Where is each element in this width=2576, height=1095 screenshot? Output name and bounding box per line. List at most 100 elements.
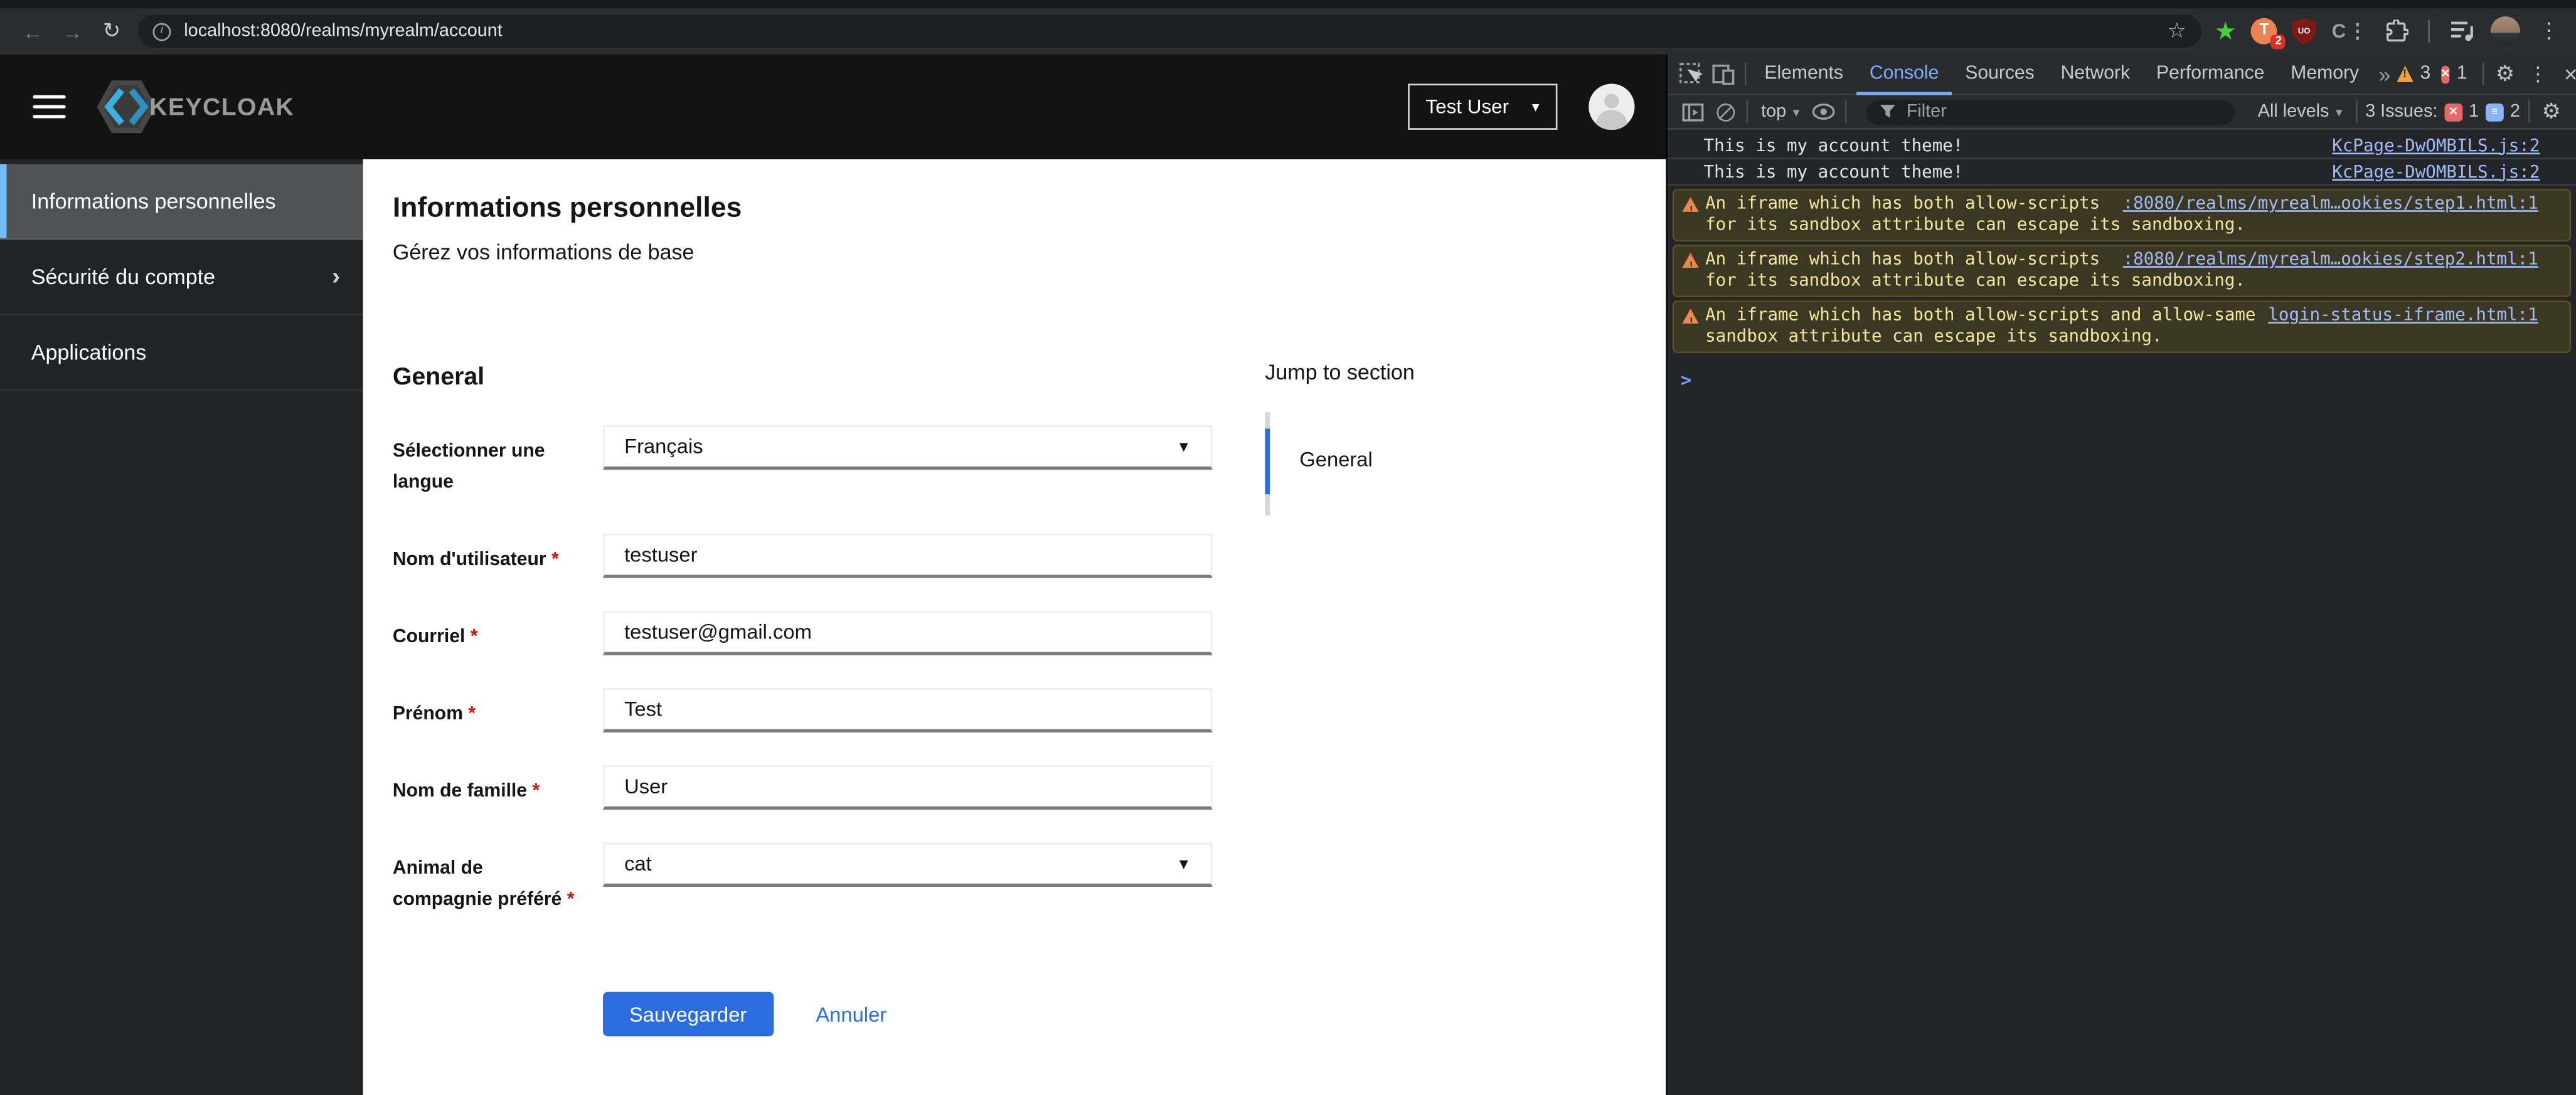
- warning-source-link[interactable]: :8080/realms/myrealm…ookies/step1.html:1: [2123, 194, 2538, 214]
- user-menu-dropdown[interactable]: Test User ▾: [1408, 84, 1558, 130]
- forward-icon[interactable]: →: [53, 19, 92, 43]
- field-label: Sélectionner une langue: [393, 425, 587, 499]
- chevron-down-icon: ▾: [1793, 104, 1800, 119]
- url-text[interactable]: localhost:8080/realms/myrealm/account: [184, 21, 2158, 41]
- console-prompt[interactable]: >: [1668, 356, 2576, 391]
- console-output: This is my account theme! KcPage-DwOMBIL…: [1668, 130, 2576, 1095]
- select-value: Français: [624, 435, 703, 458]
- jump-track-active: [1265, 428, 1270, 494]
- extension-badge: 2: [2271, 34, 2286, 50]
- more-tabs-icon[interactable]: »: [2372, 61, 2397, 86]
- hamburger-menu-icon[interactable]: [33, 95, 65, 119]
- error-count: 1: [2457, 64, 2467, 83]
- green-star-extension-icon[interactable]: ★: [2215, 19, 2237, 43]
- bookmark-star-icon[interactable]: ☆: [2168, 18, 2187, 45]
- reload-icon[interactable]: ↻: [92, 18, 132, 45]
- username-input[interactable]: [624, 544, 1191, 567]
- console-warning-row: ! An iframe which has both allow-scripts…: [1673, 245, 2571, 297]
- console-settings-icon[interactable]: ⚙: [2535, 95, 2568, 128]
- log-levels-dropdown[interactable]: All levels▾: [2250, 102, 2351, 121]
- chevron-down-icon: ▼: [1176, 438, 1191, 455]
- devtools-settings-icon[interactable]: ⚙: [2489, 58, 2521, 90]
- browser-toolbar: ← → ↻ i localhost:8080/realms/myrealm/ac…: [0, 8, 2576, 54]
- issue-info-icon: ≡: [2486, 103, 2504, 121]
- puzzle-extensions-icon[interactable]: [2384, 19, 2408, 43]
- chevron-right-icon: ›: [332, 263, 340, 291]
- email-input[interactable]: [624, 621, 1191, 644]
- tab-network[interactable]: Network: [2048, 53, 2143, 94]
- pet-select[interactable]: cat ▼: [603, 842, 1213, 887]
- site-info-icon[interactable]: i: [153, 22, 171, 40]
- warning-source-link[interactable]: :8080/realms/myrealm…ookies/step2.html:1: [2123, 250, 2538, 270]
- lastname-input[interactable]: [624, 775, 1191, 798]
- t-extension-icon[interactable]: T2: [2251, 18, 2277, 45]
- browser-menu-icon[interactable]: ⋮: [2538, 18, 2560, 45]
- chevron-down-icon: ▾: [2336, 104, 2343, 119]
- divider: [1745, 63, 1747, 86]
- sidebar-item-label: Informations personnelles: [31, 189, 276, 213]
- cancel-link[interactable]: Annuler: [816, 1003, 886, 1026]
- extensions-area: ★ T2 UO C⋮ ⋮: [2215, 16, 2563, 46]
- devtools-close-icon[interactable]: ×: [2554, 58, 2576, 90]
- email-field-wrap: [603, 611, 1213, 655]
- keycloak-logo: KEYCLOAK: [93, 77, 294, 136]
- warning-message: An iframe which has both allow-scripts a…: [1705, 194, 2110, 214]
- live-expression-eye-icon[interactable]: [1807, 95, 1840, 128]
- tab-performance[interactable]: Performance: [2143, 53, 2277, 94]
- browser-profile-avatar[interactable]: [2491, 16, 2520, 46]
- ublock-shield-icon[interactable]: UO: [2292, 18, 2317, 45]
- brand-wordmark: KEYCLOAK: [149, 93, 294, 121]
- field-label: Prénom *: [393, 688, 587, 731]
- filter-input[interactable]: [1907, 102, 2222, 121]
- console-log-row: This is my account theme! KcPage-DwOMBIL…: [1668, 159, 2576, 186]
- sidebar-item-applications[interactable]: Applications: [0, 315, 363, 391]
- field-label: Nom de famille *: [393, 765, 587, 808]
- warning-icon[interactable]: !: [2397, 66, 2414, 82]
- back-icon[interactable]: ←: [13, 19, 53, 43]
- required-asterisk: *: [468, 704, 476, 724]
- language-select[interactable]: Français ▼: [603, 425, 1213, 470]
- svg-text:UO: UO: [2299, 26, 2311, 36]
- warning-icon: !: [1682, 309, 1698, 329]
- c-extension-icon[interactable]: C⋮: [2332, 19, 2369, 43]
- user-menu-label: Test User: [1425, 95, 1509, 119]
- error-badge-icon[interactable]: ✕: [2440, 65, 2450, 83]
- warning-source-link[interactable]: login-status-iframe.html:1: [2268, 305, 2538, 326]
- log-source-link[interactable]: KcPage-DwOMBILS.js:2: [2332, 135, 2540, 155]
- warning-icon: !: [1682, 197, 1698, 218]
- clear-console-icon[interactable]: [1708, 95, 1741, 128]
- sidebar-item-account-security[interactable]: Sécurité du compte ›: [0, 240, 363, 315]
- playlist-icon[interactable]: [2449, 19, 2476, 43]
- jump-title: Jump to section: [1265, 359, 1414, 384]
- tab-memory[interactable]: Memory: [2277, 53, 2372, 94]
- inspect-element-icon[interactable]: [1674, 58, 1706, 90]
- tab-sources[interactable]: Sources: [1952, 53, 2047, 94]
- address-bar[interactable]: i localhost:8080/realms/myrealm/account …: [138, 15, 2201, 48]
- keycloak-page: KEYCLOAK Test User ▾ Informations person…: [0, 54, 1666, 1095]
- issues-counter[interactable]: 3 Issues: ✕ 1 ≡ 2: [2362, 102, 2523, 121]
- field-label: Animal de compagnie préféré *: [393, 842, 587, 916]
- required-asterisk: *: [532, 781, 540, 801]
- divider: [2528, 100, 2530, 124]
- save-button[interactable]: Sauvegarder: [603, 992, 773, 1037]
- tab-console[interactable]: Console: [1856, 53, 1952, 94]
- log-source-link[interactable]: KcPage-DwOMBILS.js:2: [2332, 162, 2540, 181]
- username-field-wrap: [603, 534, 1213, 578]
- context-selector[interactable]: top▾: [1753, 102, 1807, 121]
- sidebar-item-personal-info[interactable]: Informations personnelles: [0, 164, 363, 240]
- devtools-menu-icon[interactable]: ⋮: [2521, 58, 2554, 90]
- log-message: This is my account theme!: [1704, 162, 2333, 181]
- log-message: This is my account theme!: [1704, 135, 2333, 155]
- firstname-input[interactable]: [624, 698, 1191, 721]
- section-heading: General: [393, 363, 484, 391]
- console-filter[interactable]: [1867, 99, 2235, 124]
- console-sidebar-icon[interactable]: [1676, 95, 1708, 128]
- tab-elements[interactable]: Elements: [1751, 53, 1856, 94]
- field-label: Nom d'utilisateur *: [393, 534, 587, 576]
- jump-to-section: Jump to section General: [1265, 359, 1414, 384]
- form-actions: Sauvegarder Annuler: [603, 992, 886, 1037]
- user-avatar[interactable]: [1589, 84, 1634, 130]
- screen: ← → ↻ i localhost:8080/realms/myrealm/ac…: [0, 0, 2576, 1095]
- jump-link-general[interactable]: General: [1299, 448, 1372, 472]
- device-toolbar-icon[interactable]: [1707, 58, 1740, 90]
